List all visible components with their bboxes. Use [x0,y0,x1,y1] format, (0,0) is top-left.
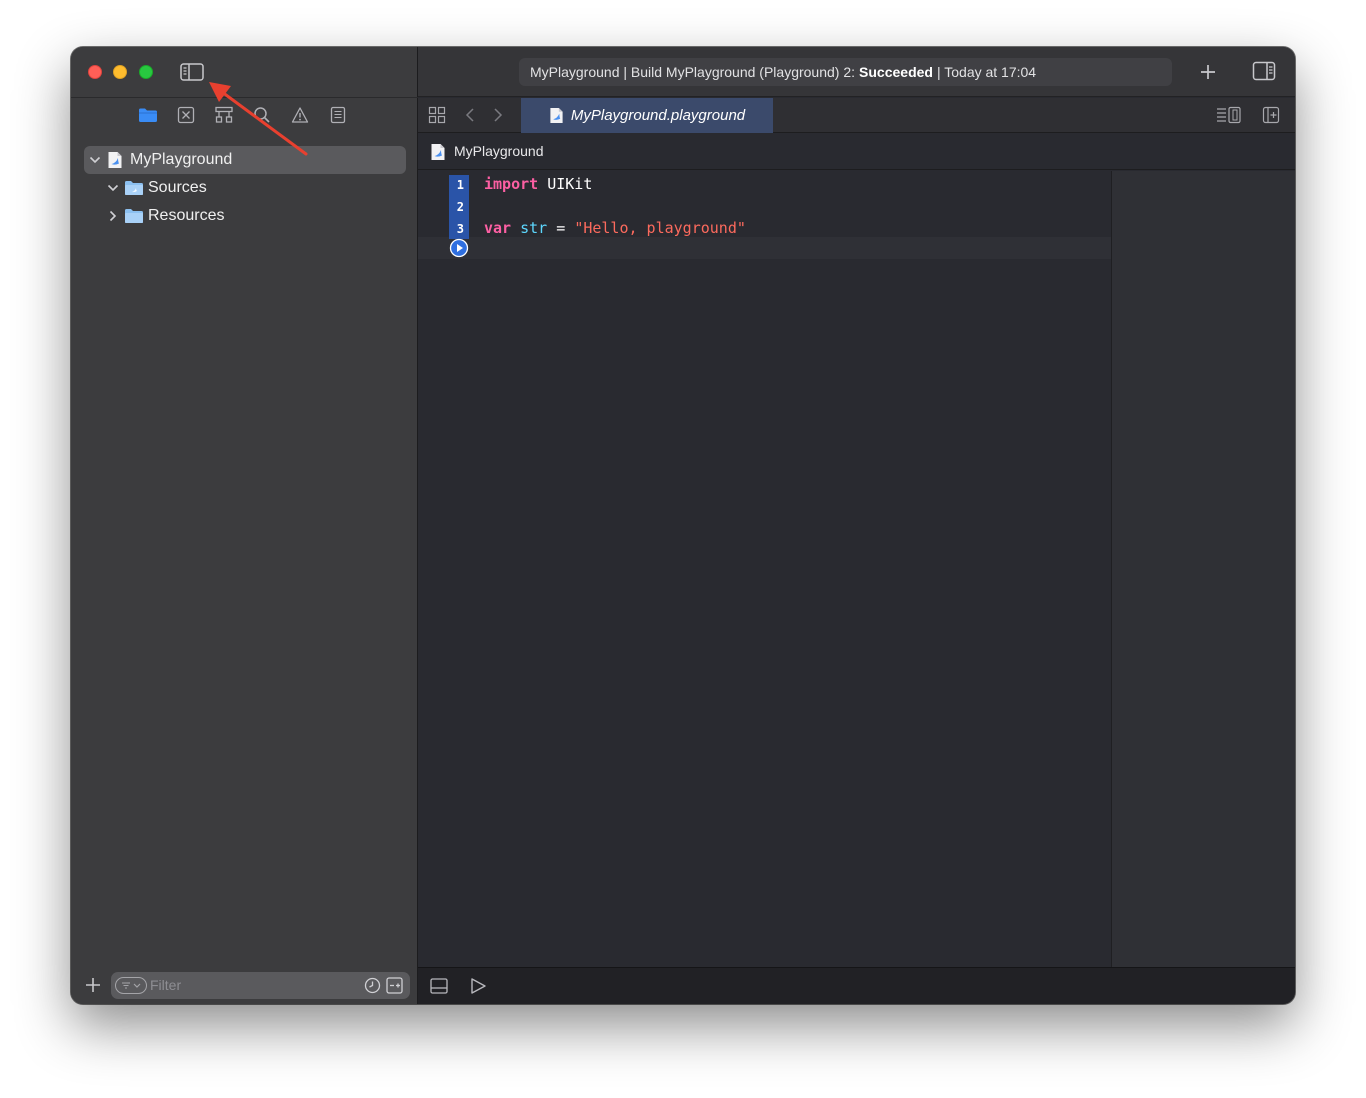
symbol-navigator-icon[interactable] [213,104,235,126]
filter-placeholder: Filter [150,977,182,993]
tree-item-myplayground[interactable]: MyPlayground [84,146,406,174]
string-literal-token: "Hello, playground" [574,219,746,237]
source-control-icon[interactable] [175,104,197,126]
activity-suffix: | Today at 17:04 [936,64,1037,80]
tree-item-label: Resources [148,207,225,224]
tree-item-resources[interactable]: Resources [84,202,406,230]
inspector-toggle-icon[interactable] [1252,61,1276,81]
back-chevron-icon[interactable] [463,106,477,124]
keyword-token: import [484,175,539,193]
tree-item-label: Sources [148,179,207,196]
recent-files-clock-icon[interactable] [364,977,381,994]
activity-viewer[interactable]: MyPlayground | Build MyPlayground (Playg… [519,58,1172,86]
editor-area: MyPlayground | Build MyPlayground (Playg… [418,47,1295,1004]
run-playground-play-icon[interactable] [469,977,487,995]
jump-bar: MyPlayground [418,134,1295,170]
folder-icon [125,209,143,223]
source-control-filter-icon[interactable] [386,977,403,994]
related-items-grid-icon[interactable] [428,106,446,124]
line-number: 3 [456,222,464,236]
project-navigator-folder-icon[interactable] [137,104,159,126]
window-toolbar: MyPlayground | Build MyPlayground (Playg… [418,47,1295,97]
tab-label: MyPlayground.playground [570,107,746,124]
keyword-token: var [484,219,512,237]
add-editor-icon[interactable] [1262,106,1280,124]
navigator-tabs [137,104,349,126]
tab-myplayground-playground[interactable]: MyPlayground.playground [521,98,773,133]
zoom-window-button[interactable] [139,65,153,79]
editor-options-icon[interactable] [1216,106,1242,124]
activity-prefix: MyPlayground | Build MyPlayground (Playg… [530,64,856,80]
line-number: 2 [456,200,464,214]
playground-file-icon [108,152,122,168]
xcode-window: MyPlayground Sources Resources Filter My… [71,47,1295,1004]
line-number-gutter[interactable]: 1 2 3 [449,175,469,239]
filter-input[interactable]: Filter [111,972,410,999]
add-plus-icon[interactable] [83,975,103,995]
operator-token: = [556,219,566,237]
tree-item-label: MyPlayground [130,151,233,168]
source-editor[interactable]: 1 2 3 import UIKit var str = "Hello, pla… [418,171,1111,967]
code-line-3: var str = "Hello, playground" [484,219,746,237]
jump-bar-item-myplayground[interactable]: MyPlayground [454,143,544,159]
debug-bar [418,967,1295,1004]
report-navigator-icon[interactable] [327,104,349,126]
current-line-highlight [418,237,1111,259]
navigator-filter-bar: Filter [71,969,418,1004]
sidebar-separator [71,97,418,98]
results-sidebar [1111,171,1295,967]
playground-file-icon [431,144,445,160]
build-status: Succeeded [859,64,933,80]
variable-token: str [520,219,548,237]
sidebar-toggle-icon[interactable] [179,62,205,82]
identifier-token: UIKit [547,175,593,193]
code-line-1: import UIKit [484,175,592,193]
close-window-button[interactable] [88,65,102,79]
forward-chevron-icon[interactable] [491,106,505,124]
folder-icon [125,181,143,195]
chevron-down-icon[interactable] [106,181,120,195]
tree-item-sources[interactable]: Sources [84,174,406,202]
find-navigator-search-icon[interactable] [251,104,273,126]
issue-navigator-warning-icon[interactable] [289,104,311,126]
line-number: 1 [456,178,464,192]
debug-area-toggle-icon[interactable] [430,978,448,994]
library-plus-icon[interactable] [1198,62,1218,82]
editor-tab-bar: MyPlayground.playground [418,98,1295,133]
chevron-right-icon[interactable] [106,209,120,223]
chevron-down-icon[interactable] [88,153,102,167]
minimize-window-button[interactable] [113,65,127,79]
filter-options-icon[interactable] [115,977,147,994]
project-tree: MyPlayground Sources Resources [84,146,406,230]
navigator-sidebar: MyPlayground Sources Resources Filter [71,47,418,1004]
run-play-circle-icon[interactable] [449,238,469,258]
playground-file-icon [550,108,563,123]
